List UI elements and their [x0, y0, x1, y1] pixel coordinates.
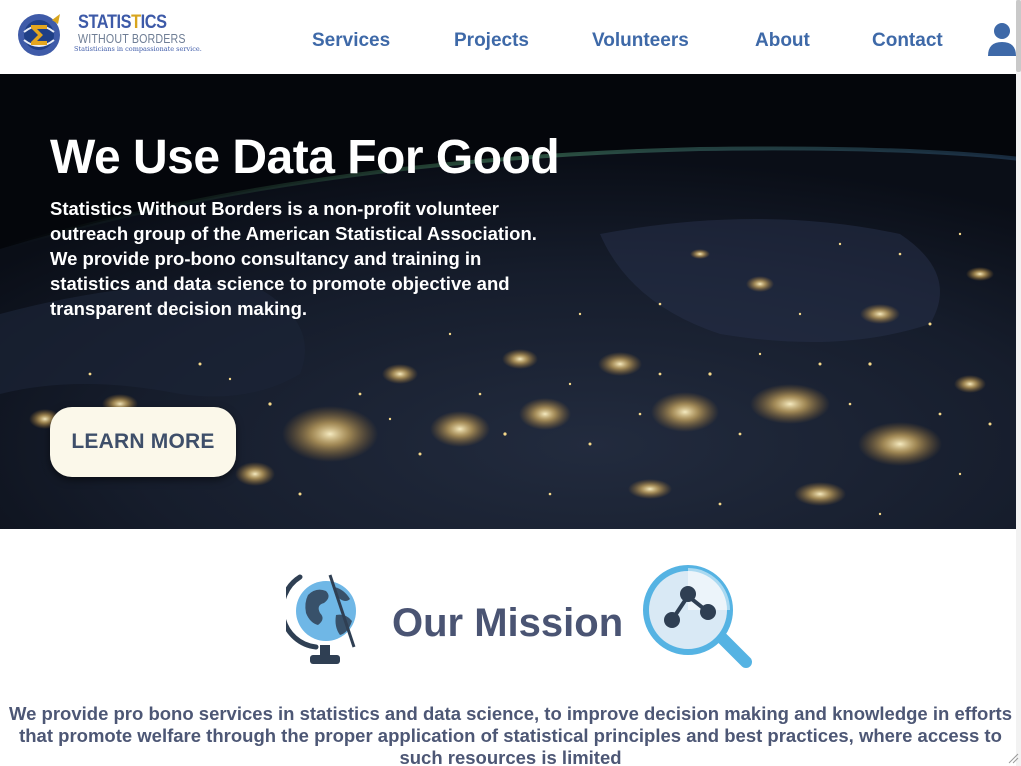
globe-icon: [286, 574, 356, 664]
site-logo[interactable]: STATISTICS WITHOUT BORDERS Statisticians…: [16, 10, 202, 60]
nav-about[interactable]: About: [755, 30, 810, 52]
learn-more-button[interactable]: LEARN MORE: [50, 407, 236, 477]
nav-contact[interactable]: Contact: [872, 30, 943, 52]
user-icon[interactable]: [986, 22, 1018, 56]
hero-section: We Use Data For Good Statistics Without …: [0, 74, 1021, 529]
nav-projects[interactable]: Projects: [454, 30, 529, 52]
nav-services[interactable]: Services: [312, 30, 390, 52]
site-header: STATISTICS WITHOUT BORDERS Statisticians…: [0, 0, 1021, 74]
logo-emblem-icon: [18, 14, 60, 56]
resize-handle-icon: [1008, 753, 1019, 764]
hero-title: We Use Data For Good: [50, 131, 560, 184]
network-magnifier-icon: [643, 565, 752, 668]
page-scrollbar[interactable]: [1016, 0, 1021, 766]
logo-subtitle: WITHOUT BORDERS: [78, 31, 186, 46]
scrollbar-thumb[interactable]: [1016, 0, 1021, 72]
nav-volunteers[interactable]: Volunteers: [592, 30, 689, 52]
mission-description: We provide pro bono services in statisti…: [8, 703, 1013, 766]
logo-tagline: Statisticians in compassionate service.: [74, 45, 202, 53]
mission-heading: Our Mission: [392, 601, 624, 645]
hero-description: Statistics Without Borders is a non-prof…: [50, 198, 537, 319]
